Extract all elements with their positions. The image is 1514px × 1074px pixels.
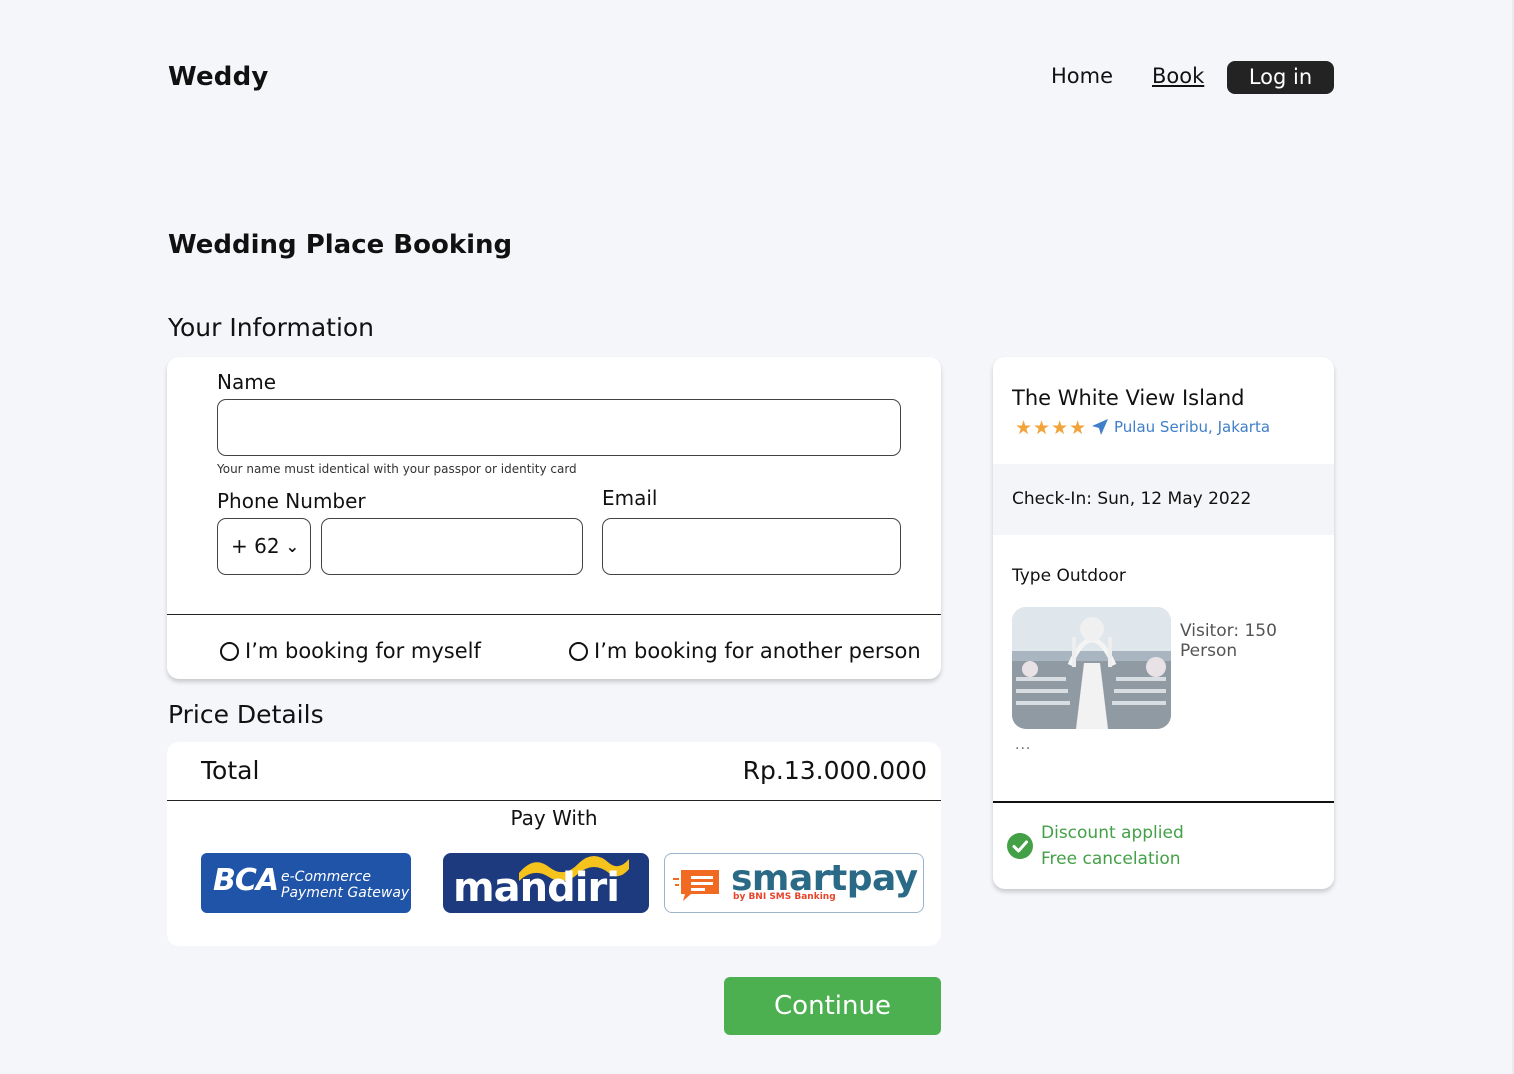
name-input[interactable] xyxy=(217,399,901,456)
continue-button[interactable]: Continue xyxy=(724,977,941,1035)
bca-payment-option[interactable]: BCA e-Commerce Payment Gateway xyxy=(201,853,411,913)
mandiri-brand: mandiri xyxy=(453,865,620,911)
price-divider xyxy=(167,800,941,801)
checkin-section: Check-In: Sun, 12 May 2022 xyxy=(993,464,1334,535)
info-divider xyxy=(167,614,941,615)
check-circle-icon xyxy=(1007,833,1033,859)
bca-line2: Payment Gateway xyxy=(281,885,410,901)
venue-location[interactable]: Pulau Seribu, Jakarta xyxy=(1114,418,1270,436)
radio-booking-another[interactable]: I’m booking for another person xyxy=(569,639,921,663)
mandiri-payment-option[interactable]: mandiri xyxy=(443,853,649,913)
checkin-date: Check-In: Sun, 12 May 2022 xyxy=(1012,489,1252,509)
venue-summary-card: The White View Island ★ ★ ★ ★ Pulau Seri… xyxy=(993,357,1334,889)
login-button[interactable]: Log in xyxy=(1227,61,1334,94)
star-icon: ★ xyxy=(1015,417,1033,439)
location-arrow-icon xyxy=(1092,419,1108,435)
total-value: Rp.13.000.000 xyxy=(742,756,927,785)
discount-applied-text: Discount applied xyxy=(1041,823,1184,843)
pay-with-label: Pay With xyxy=(510,806,598,830)
star-rating: ★ ★ ★ ★ xyxy=(1015,417,1087,439)
star-icon: ★ xyxy=(1033,417,1051,439)
bca-line1: e-Commerce xyxy=(281,869,371,885)
name-label: Name xyxy=(217,370,277,394)
app-logo[interactable]: Weddy xyxy=(168,62,269,92)
bca-brand: BCA xyxy=(213,863,279,898)
smartpay-message-icon xyxy=(673,870,719,901)
venue-type: Type Outdoor xyxy=(1012,566,1126,586)
country-code-value: + 62 xyxy=(231,534,280,558)
your-information-heading: Your Information xyxy=(168,313,375,342)
email-label: Email xyxy=(602,486,658,510)
nav-home-link[interactable]: Home xyxy=(1051,64,1113,88)
venue-photo-illustration xyxy=(1012,607,1171,729)
chevron-down-icon: ⌄ xyxy=(285,537,299,556)
page-title: Wedding Place Booking xyxy=(168,230,513,260)
price-details-heading: Price Details xyxy=(168,700,324,729)
price-card: Total Rp.13.000.000 Pay With BCA e-Comme… xyxy=(167,742,941,946)
phone-label: Phone Number xyxy=(217,489,366,513)
radio-booking-another-label: I’m booking for another person xyxy=(594,639,921,663)
venue-name: The White View Island xyxy=(1012,386,1245,410)
visitor-count: Visitor: 150 Person xyxy=(1180,621,1277,661)
star-icon: ★ xyxy=(1051,417,1069,439)
radio-booking-myself-label: I’m booking for myself xyxy=(245,639,481,663)
smartpay-payment-option[interactable]: smartpay by BNI SMS Banking xyxy=(664,853,924,913)
radio-circle-icon xyxy=(220,641,239,661)
more-icon[interactable]: ... xyxy=(1015,737,1031,753)
radio-booking-myself[interactable]: I’m booking for myself xyxy=(220,639,481,663)
radio-circle-icon xyxy=(569,641,588,661)
email-input[interactable] xyxy=(602,518,901,575)
venue-divider xyxy=(993,801,1334,803)
phone-input[interactable] xyxy=(321,518,583,575)
nav-book-link[interactable]: Book xyxy=(1152,64,1204,88)
smartpay-sub: by BNI SMS Banking xyxy=(733,892,836,902)
information-card: Name Your name must identical with your … xyxy=(167,357,941,679)
name-hint: Your name must identical with your passp… xyxy=(217,462,577,476)
star-icon: ★ xyxy=(1069,417,1087,439)
total-label: Total xyxy=(201,756,260,785)
country-code-select[interactable]: + 62 ⌄ xyxy=(217,518,311,575)
free-cancelation-text: Free cancelation xyxy=(1041,849,1181,869)
venue-photo xyxy=(1012,607,1171,729)
